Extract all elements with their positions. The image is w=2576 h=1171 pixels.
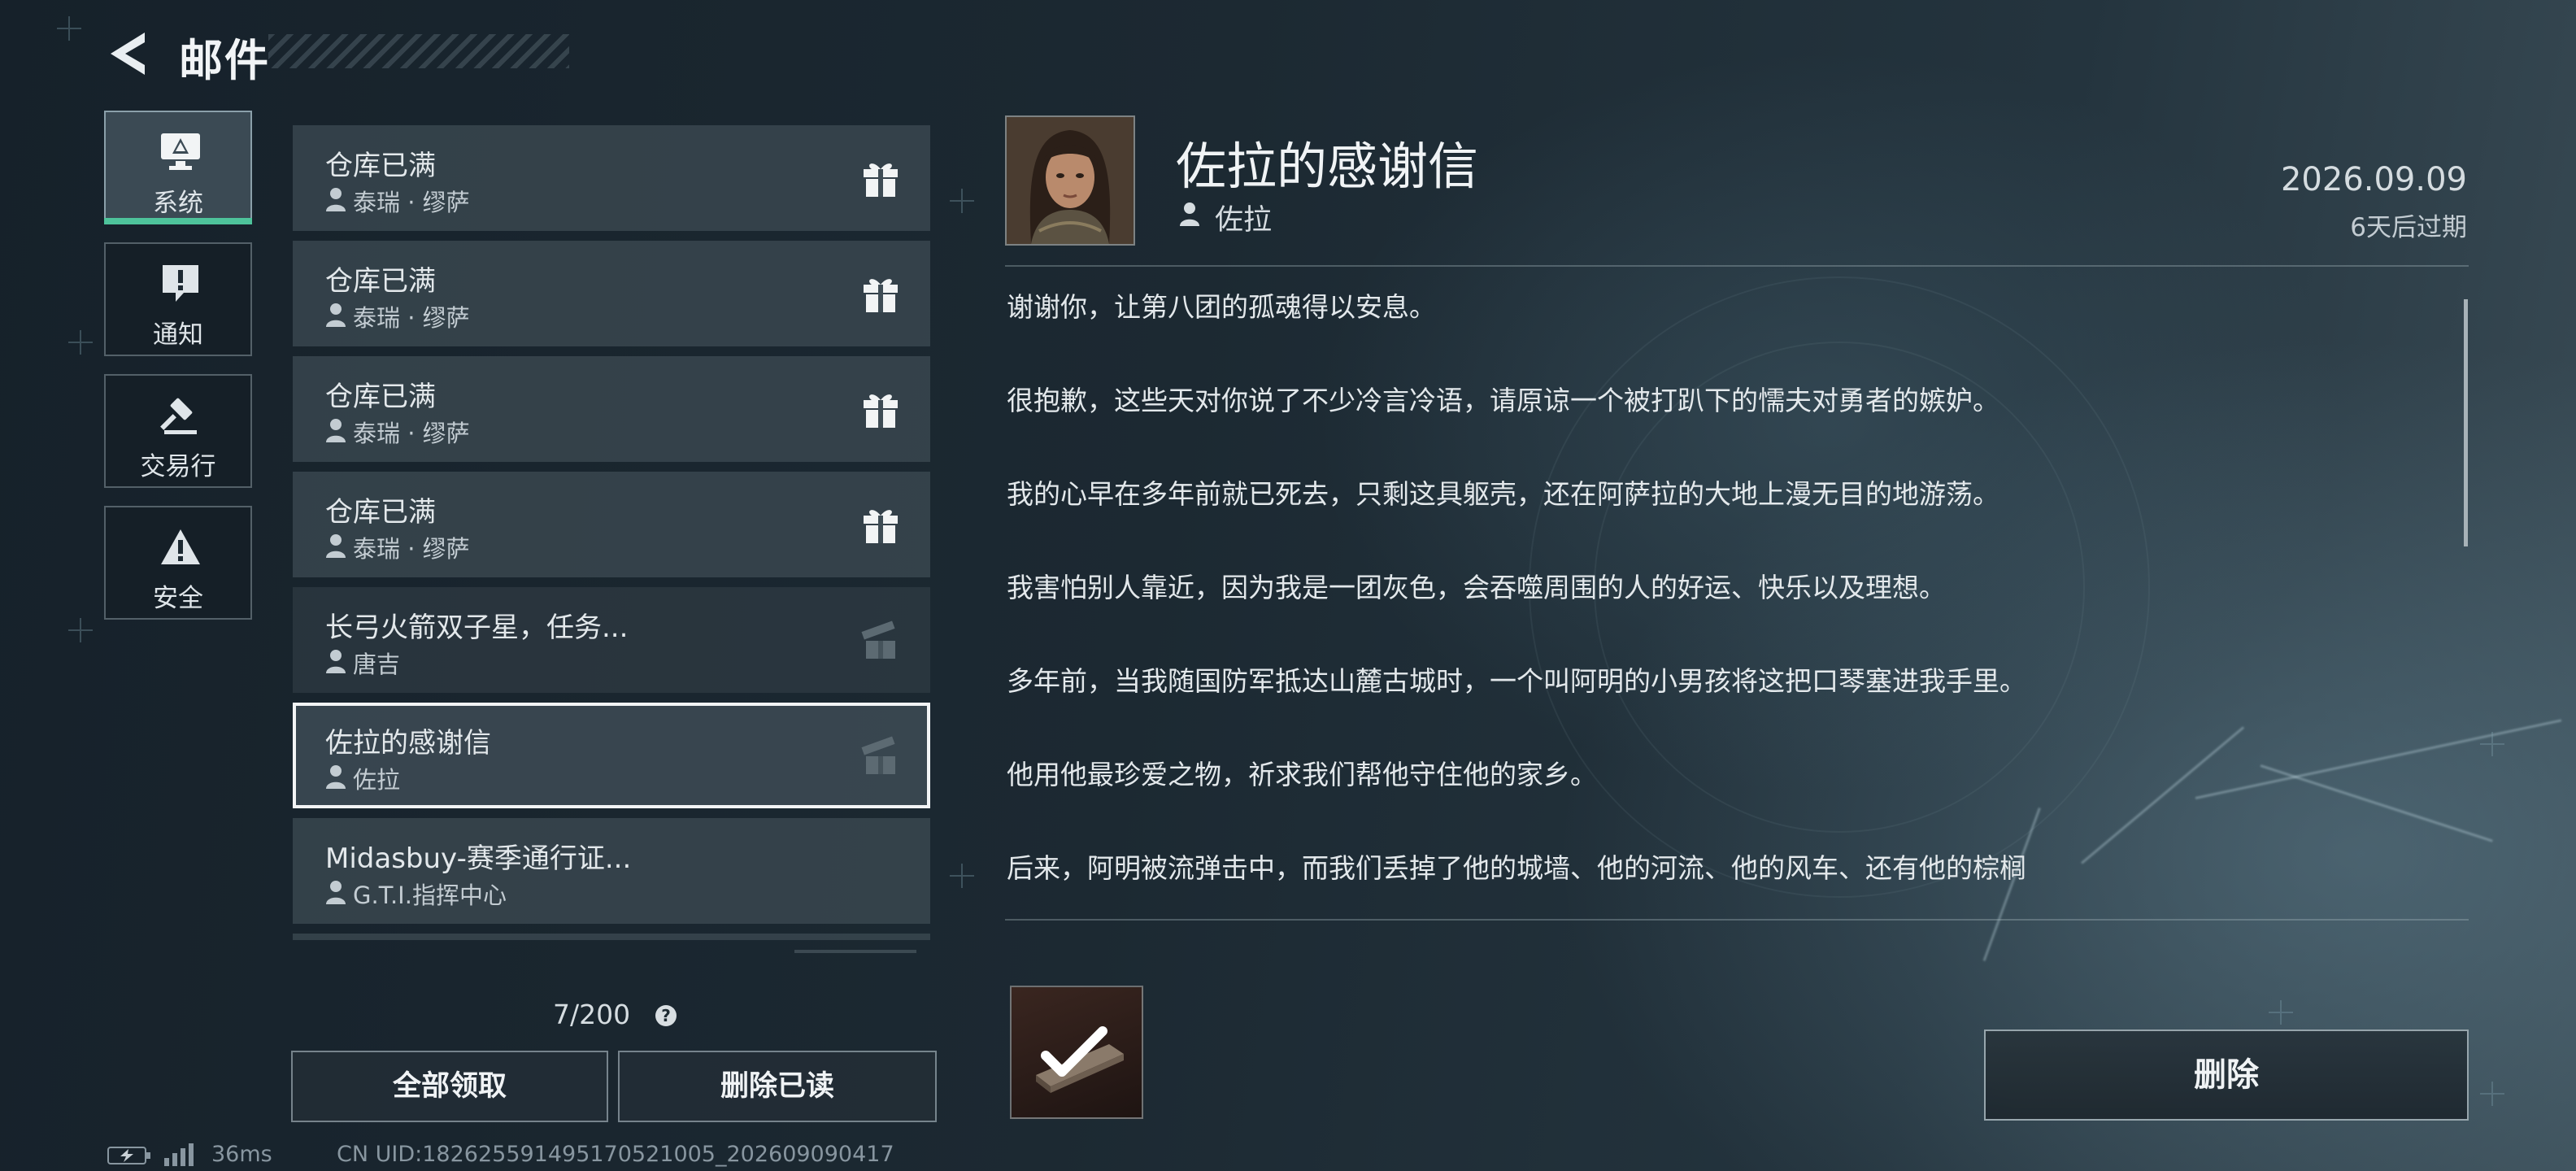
gift-icon[interactable] <box>860 504 901 545</box>
mail-item[interactable]: 仓库已满 泰瑞 · 缪萨 <box>293 241 930 346</box>
mail-body[interactable]: 谢谢你，让第八团的孤魂得以安息。 很抱歉，这些天对你说了不少冷言冷语，请原谅一个… <box>1007 285 2438 911</box>
tab-label: 安全 <box>153 584 203 613</box>
tab-notification[interactable]: 通知 <box>104 242 252 356</box>
decor-crosshair <box>950 864 974 888</box>
mail-item[interactable]: Midasbuy-赛季通行证... G.T.I.指挥中心 <box>293 818 930 924</box>
mail-subject: 长弓火箭双子星，任务... <box>325 612 629 644</box>
mail-item[interactable]: 长弓火箭双子星，任务... 唐吉 <box>293 587 930 693</box>
mail-item-selected[interactable]: 佐拉的感谢信 佐拉 <box>293 703 930 808</box>
mail-sender: 泰瑞 · 缪萨 <box>353 304 470 332</box>
mail-body-paragraph: 我的心早在多年前就已死去，只剩这具躯壳，还在阿萨拉的大地上漫无目的地游荡。 <box>1007 478 1999 510</box>
mail-body-paragraph: 谢谢你，让第八团的孤魂得以安息。 <box>1007 291 1436 323</box>
warning-triangle-icon <box>161 529 200 564</box>
mail-detail-title: 佐拉的感谢信 <box>1176 137 1479 196</box>
tab-label: 系统 <box>153 189 203 218</box>
mail-sender: 泰瑞 · 缪萨 <box>353 420 470 447</box>
page-title: 邮件 <box>179 35 270 86</box>
mail-sender: 佐拉 <box>353 766 401 794</box>
harmonica-claimed-icon <box>1036 1026 1124 1093</box>
mail-detail-sender: 佐拉 <box>1215 204 1273 237</box>
mail-subject: 仓库已满 <box>325 150 436 182</box>
tab-label: 交易行 <box>140 452 216 481</box>
monitor-alert-icon <box>161 133 200 170</box>
tab-auction[interactable]: 交易行 <box>104 374 252 488</box>
tab-label: 通知 <box>153 320 203 350</box>
mail-body-paragraph: 后来，阿明被流弹击中，而我们丢掉了他的城墙、他的河流、他的风车、还有他的棕榈 <box>1007 852 2026 884</box>
mail-body-paragraph: 他用他最珍爱之物，祈求我们帮他守住他的家乡。 <box>1007 759 1597 790</box>
decor-crosshair <box>950 189 974 213</box>
mail-date: 2026.09.09 <box>2280 161 2467 198</box>
gift-icon[interactable] <box>860 389 901 429</box>
decor-crosshair <box>2269 1000 2293 1025</box>
mail-subject: Midasbuy-赛季通行证... <box>325 842 632 875</box>
exclamation-bubble-icon <box>163 265 198 302</box>
mail-counter: 7/200 <box>553 999 631 1030</box>
player-uid: CN UID:18262559149517052100​5_2026090904… <box>337 1142 894 1167</box>
signal-icon <box>164 1143 194 1166</box>
decor-crosshair <box>2480 732 2504 756</box>
mail-item-partial[interactable] <box>293 934 930 940</box>
help-icon[interactable]: ? <box>655 1005 677 1026</box>
mail-list[interactable]: 仓库已满 泰瑞 · 缪萨 仓库已满 泰瑞 · 缪萨 仓库已满 泰瑞 · 缪萨 仓… <box>293 125 930 940</box>
gift-icon[interactable] <box>860 158 901 198</box>
list-scrollbar[interactable] <box>794 950 916 953</box>
title-decor-stripes <box>268 34 569 68</box>
decor-crosshair <box>68 618 93 642</box>
divider <box>1005 919 2469 921</box>
mail-body-scrollbar[interactable] <box>2464 299 2468 546</box>
mail-body-paragraph: 很抱歉，这些天对你说了不少冷言冷语，请原谅一个被打趴下的懦夫对勇者的嫉妒。 <box>1007 385 1999 416</box>
battery-icon <box>107 1147 150 1164</box>
mail-sender: 泰瑞 · 缪萨 <box>353 189 470 216</box>
mail-subject: 仓库已满 <box>325 496 436 529</box>
sender-avatar <box>1005 115 1135 246</box>
delete-read-button[interactable]: 删除已读 <box>618 1051 937 1122</box>
mail-sender: 泰瑞 · 缪萨 <box>353 535 470 563</box>
mail-item[interactable]: 仓库已满 泰瑞 · 缪萨 <box>293 125 930 231</box>
mail-expiry: 6天后过期 <box>2350 213 2467 242</box>
gift-opened-icon <box>861 736 895 774</box>
attachment-item[interactable] <box>1010 986 1143 1119</box>
gavel-icon <box>160 398 197 434</box>
gift-icon[interactable] <box>860 273 901 314</box>
gift-opened-icon <box>861 620 895 659</box>
mail-body-paragraph: 我害怕别人靠近，因为我是一团灰色，会吞噬周围的人的好运、快乐以及理想。 <box>1007 572 1946 603</box>
delete-mail-button[interactable]: 删除 <box>1984 1030 2469 1121</box>
back-arrow-icon[interactable] <box>104 29 153 78</box>
mail-body-paragraph: 多年前，当我随国防军抵达山麓古城时，一个叫阿明的小男孩将这把口琴塞进我手里。 <box>1007 665 2026 697</box>
claim-all-button[interactable]: 全部领取 <box>291 1051 608 1122</box>
mail-subject: 佐拉的感谢信 <box>325 727 491 760</box>
decor-crosshair <box>57 16 81 41</box>
decor-crosshair <box>2480 1082 2504 1106</box>
mail-sender: G.T.I.指挥中心 <box>353 882 507 909</box>
mail-subject: 仓库已满 <box>325 265 436 298</box>
mail-subject: 仓库已满 <box>325 381 436 413</box>
person-icon <box>1180 202 1199 226</box>
tab-security[interactable]: 安全 <box>104 506 252 620</box>
ping-latency: 36ms <box>211 1142 272 1167</box>
mail-sender: 唐吉 <box>353 651 401 678</box>
mail-item[interactable]: 仓库已满 泰瑞 · 缪萨 <box>293 472 930 577</box>
divider <box>1005 265 2469 267</box>
decor-crosshair <box>68 330 93 355</box>
tab-system[interactable]: 系统 <box>104 111 252 224</box>
mail-item[interactable]: 仓库已满 泰瑞 · 缪萨 <box>293 356 930 462</box>
